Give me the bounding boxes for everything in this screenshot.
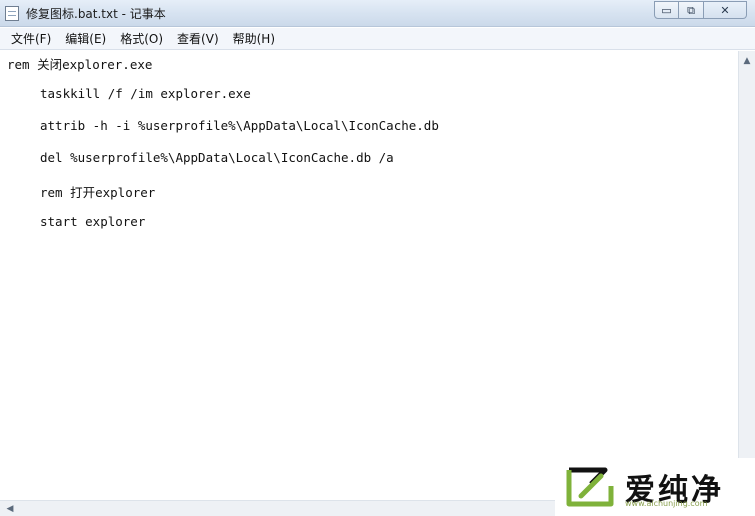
menu-bar: 文件(F) 编辑(E) 格式(O) 查看(V) 帮助(H) (0, 28, 755, 50)
window-title: 修复图标.bat.txt - 记事本 (26, 7, 166, 21)
close-button[interactable]: ✕ (704, 1, 747, 19)
watermark-logo: 爱纯净 www.aichunjing.com (555, 458, 755, 516)
editor-line: taskkill /f /im explorer.exe (40, 86, 251, 101)
editor-line: start explorer (40, 214, 146, 229)
menu-file[interactable]: 文件(F) (4, 30, 58, 47)
close-icon: ✕ (720, 3, 730, 17)
menu-view[interactable]: 查看(V) (170, 30, 226, 47)
maximize-button[interactable]: ⧉ (679, 1, 704, 19)
editor-line: attrib -h -i %userprofile%\AppData\Local… (40, 118, 439, 133)
minimize-icon: ▭ (661, 3, 672, 17)
menu-format[interactable]: 格式(O) (113, 30, 170, 47)
minimize-button[interactable]: ▭ (654, 1, 679, 19)
editor-line: rem 打开explorer (40, 185, 156, 200)
menu-help[interactable]: 帮助(H) (226, 30, 282, 47)
scroll-up-icon[interactable]: ▲ (739, 53, 755, 69)
notepad-icon (5, 6, 19, 21)
menu-edit[interactable]: 编辑(E) (58, 30, 113, 47)
logo-url-text: www.aichunjing.com (625, 499, 708, 508)
window-controls: ▭ ⧉ ✕ (654, 1, 747, 19)
title-bar[interactable]: 修复图标.bat.txt - 记事本 ▭ ⧉ ✕ (0, 0, 755, 27)
logo-mark-icon (566, 467, 614, 507)
editor-line: rem 关闭explorer.exe (7, 57, 153, 72)
vertical-scrollbar[interactable]: ▲ ▼ (738, 51, 755, 500)
restore-icon: ⧉ (687, 3, 695, 17)
editor-line: del %userprofile%\AppData\Local\IconCach… (40, 150, 394, 165)
text-editor[interactable]: rem 关闭explorer.exe taskkill /f /im explo… (0, 51, 738, 500)
scroll-left-icon[interactable]: ◀ (2, 501, 18, 516)
